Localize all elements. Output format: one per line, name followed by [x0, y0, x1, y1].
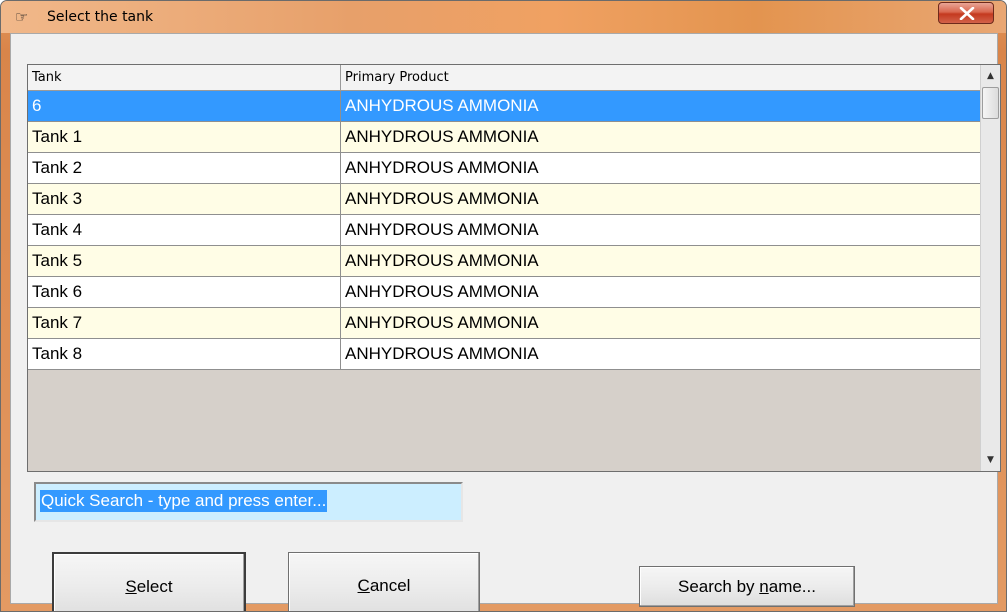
quick-search-text: Quick Search - type and press enter... — [40, 490, 328, 512]
cell-tank: Tank 7 — [28, 308, 341, 338]
table-row[interactable]: Tank 2 ANHYDROUS AMMONIA — [28, 153, 980, 184]
cell-primary-product: ANHYDROUS AMMONIA — [345, 96, 539, 115]
vertical-scrollbar[interactable]: ▲ ▼ — [980, 65, 1000, 471]
search-by-name-accel: n — [759, 577, 769, 596]
cell-primary-product: ANHYDROUS AMMONIA — [345, 127, 539, 146]
cell-tank: Tank 4 — [28, 215, 341, 245]
cell-primary-product: ANHYDROUS AMMONIA — [345, 251, 539, 270]
cell-tank: Tank 8 — [28, 339, 341, 369]
select-button-label-post: elect — [136, 577, 173, 596]
table-row[interactable]: Tank 5 ANHYDROUS AMMONIA — [28, 246, 980, 277]
column-header-primary-product[interactable]: Primary Product — [341, 65, 980, 90]
scroll-down-icon[interactable]: ▼ — [981, 450, 1000, 470]
cell-tank: Tank 3 — [28, 184, 341, 214]
table-row[interactable]: Tank 7 ANHYDROUS AMMONIA — [28, 308, 980, 339]
cell-tank: Tank 5 — [28, 246, 341, 276]
table-row[interactable]: 6 ANHYDROUS AMMONIA — [28, 91, 980, 122]
title-bar[interactable]: ☞ Select the tank — [1, 1, 1006, 33]
dialog-window: ☞ Select the tank Tank Primary Product 6… — [0, 0, 1007, 612]
close-button[interactable] — [938, 2, 994, 24]
cell-primary-product: ANHYDROUS AMMONIA — [345, 344, 539, 363]
cell-tank: Tank 2 — [28, 153, 341, 183]
table-row[interactable]: Tank 6 ANHYDROUS AMMONIA — [28, 277, 980, 308]
cell-tank: Tank 6 — [28, 277, 341, 307]
column-header-tank[interactable]: Tank — [28, 65, 341, 90]
table-row[interactable]: Tank 4 ANHYDROUS AMMONIA — [28, 215, 980, 246]
scroll-up-icon[interactable]: ▲ — [981, 66, 1000, 86]
select-button[interactable]: Select — [52, 552, 246, 611]
select-button-accel: S — [125, 577, 137, 596]
pointing-hand-icon: ☞ — [15, 8, 29, 26]
cell-tank: Tank 1 — [28, 122, 341, 152]
cell-primary-product: ANHYDROUS AMMONIA — [345, 313, 539, 332]
quick-search-input[interactable]: Quick Search - type and press enter... — [34, 482, 463, 522]
table-row[interactable]: Tank 3 ANHYDROUS AMMONIA — [28, 184, 980, 215]
window-title: Select the tank — [47, 9, 154, 25]
search-by-name-button[interactable]: Search by name... — [639, 566, 855, 607]
scroll-thumb[interactable] — [982, 87, 999, 119]
tank-grid[interactable]: Tank Primary Product 6 ANHYDROUS AMMONIA T… — [27, 64, 1001, 472]
cancel-button-label-post: ancel — [369, 576, 411, 595]
cell-primary-product: ANHYDROUS AMMONIA — [345, 220, 539, 239]
cell-primary-product: ANHYDROUS AMMONIA — [345, 189, 539, 208]
dialog-client-area: Tank Primary Product 6 ANHYDROUS AMMONIA T… — [10, 33, 1001, 611]
cancel-button[interactable]: Cancel — [288, 552, 480, 611]
search-by-name-label-pre: Search by — [678, 577, 760, 596]
table-row[interactable]: Tank 1 ANHYDROUS AMMONIA — [28, 122, 980, 153]
grid-header: Tank Primary Product — [28, 65, 980, 91]
close-icon — [959, 7, 975, 20]
cell-primary-product: ANHYDROUS AMMONIA — [345, 282, 539, 301]
cancel-button-accel: C — [357, 576, 370, 595]
table-row[interactable]: Tank 8 ANHYDROUS AMMONIA — [28, 339, 980, 370]
cell-tank: 6 — [28, 91, 341, 121]
cell-primary-product: ANHYDROUS AMMONIA — [345, 158, 539, 177]
search-by-name-label-post: ame... — [768, 577, 816, 596]
